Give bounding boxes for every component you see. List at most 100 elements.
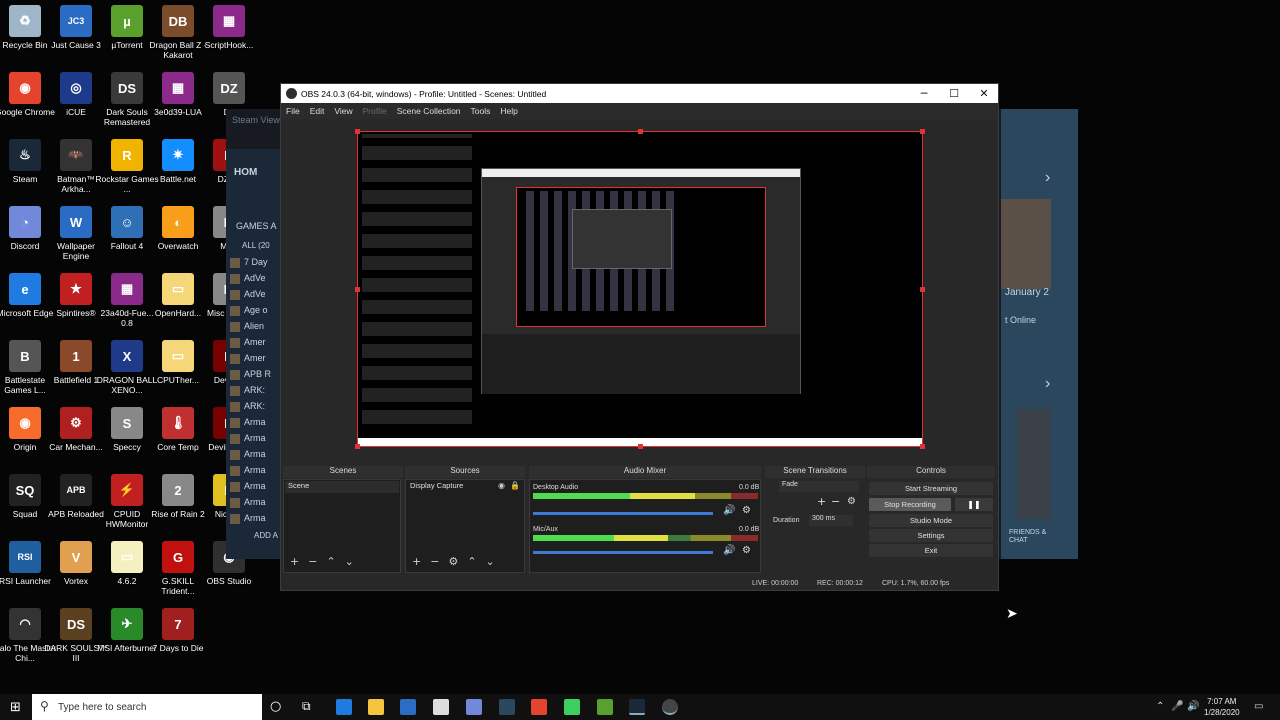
- store-icon[interactable]: [400, 699, 416, 715]
- speaker-icon[interactable]: 🔊: [723, 505, 735, 516]
- desktop-icon[interactable]: JC3 Just Cause 3: [51, 5, 101, 50]
- microphone-icon[interactable]: 🎤: [1171, 701, 1183, 712]
- menu-view[interactable]: View: [334, 106, 352, 116]
- gear-icon[interactable]: ⚙: [448, 555, 458, 568]
- add-icon[interactable]: +: [412, 555, 421, 568]
- desktop-icon[interactable]: ♻ Recycle Bin: [0, 5, 50, 50]
- edge-taskbar-icon[interactable]: [336, 699, 352, 715]
- remove-icon[interactable]: −: [308, 555, 317, 568]
- chevron-up-icon[interactable]: ⌃: [1156, 701, 1164, 712]
- desktop-icon[interactable]: G G.SKILL Trident...: [153, 541, 203, 596]
- duration-input[interactable]: 300 ms: [809, 515, 853, 526]
- transition-select[interactable]: Fade: [779, 481, 859, 492]
- steam-add-game[interactable]: ADD A: [254, 531, 278, 540]
- desktop-icon[interactable]: 2 Rise of Rain 2: [151, 474, 205, 519]
- desktop-icon[interactable]: ⚡ CPUID HWMonitor: [102, 474, 152, 529]
- desktop-icon[interactable]: e Microsoft Edge: [0, 273, 53, 318]
- mail-icon[interactable]: [433, 699, 449, 715]
- desktop-icon[interactable]: ▭ CPUTher...: [153, 340, 203, 385]
- desktop-icon[interactable]: B Battlestate Games L...: [0, 340, 50, 395]
- desktop-icon[interactable]: X DRAGON BALL XENO...: [97, 340, 157, 395]
- desktop-icon[interactable]: ◔ Discord: [0, 206, 50, 251]
- gear-icon[interactable]: ⚙: [742, 545, 751, 556]
- windows-start-icon[interactable]: ⊞: [10, 700, 21, 715]
- obs-taskbar-icon[interactable]: [662, 699, 678, 715]
- chevron-right-icon[interactable]: ›: [1045, 375, 1050, 393]
- steam-game-item[interactable]: Arma: [230, 433, 266, 444]
- steam-game-item[interactable]: APB R: [229, 369, 271, 380]
- desktop-icon[interactable]: DS Dark Souls Remastered: [102, 72, 152, 127]
- maximize-icon[interactable]: ☐: [939, 84, 969, 103]
- obs-preview[interactable]: [357, 131, 923, 447]
- exit-button[interactable]: Exit: [869, 544, 993, 557]
- desktop-icon[interactable]: ⚙ Car Mechan...: [49, 407, 103, 452]
- volume-icon[interactable]: 🔊: [1187, 701, 1199, 712]
- clock[interactable]: 7:07 AM 1/28/2020: [1204, 696, 1240, 718]
- gear-icon[interactable]: ⚙: [742, 505, 751, 516]
- desktop-icon[interactable]: ✷ Battle.net: [153, 139, 203, 184]
- steam-game-item[interactable]: Arma: [230, 497, 266, 508]
- menu-edit[interactable]: Edit: [310, 106, 325, 116]
- settings-button[interactable]: Settings: [869, 529, 993, 542]
- steam-game-item[interactable]: 7 Day: [230, 257, 268, 268]
- desktop-icon[interactable]: ✈ MSI Afterburner: [97, 608, 157, 653]
- steam-game-item[interactable]: Age o: [230, 305, 268, 316]
- app-taskbar-icon[interactable]: [564, 699, 580, 715]
- desktop-icon[interactable]: RSI RSI Launcher: [0, 541, 51, 586]
- desktop-icon[interactable]: ◠Halo The Master Chi...: [0, 608, 56, 663]
- desktop-icon[interactable]: W Wallpaper Engine: [51, 206, 101, 261]
- desktop-icon[interactable]: ◎ iCUE: [51, 72, 101, 117]
- steam-game-item[interactable]: AdVe: [230, 289, 266, 300]
- desktop-icon[interactable]: R Rockstar Games ...: [95, 139, 159, 194]
- source-item[interactable]: Display Capture: [407, 481, 523, 493]
- speaker-icon[interactable]: 🔊: [723, 545, 735, 556]
- move-down-icon[interactable]: ⌄: [486, 555, 495, 568]
- steam-game-item[interactable]: Arma: [230, 417, 266, 428]
- desktop-icon[interactable]: ☺ Fallout 4: [102, 206, 152, 251]
- menu-help[interactable]: Help: [500, 106, 517, 116]
- menu-file[interactable]: File: [286, 106, 300, 116]
- steam-game-item[interactable]: Amer: [230, 353, 266, 364]
- desktop-icon[interactable]: V Vortex: [51, 541, 101, 586]
- minimize-icon[interactable]: ─: [909, 84, 939, 103]
- desktop-icon[interactable]: 1 Battlefield 1: [51, 340, 101, 385]
- steam-game-item[interactable]: AdVe: [230, 273, 266, 284]
- add-icon[interactable]: +: [290, 555, 299, 568]
- menu-tools[interactable]: Tools: [471, 106, 491, 116]
- move-up-icon[interactable]: ⌃: [467, 555, 476, 568]
- desktop-icon[interactable]: ★ Spintires®: [51, 273, 101, 318]
- desktop-icon[interactable]: µ µTorrent: [102, 5, 152, 50]
- file-explorer-icon[interactable]: [368, 699, 384, 715]
- discord-taskbar-icon[interactable]: [466, 699, 482, 715]
- notification-icon[interactable]: ▭: [1254, 701, 1263, 712]
- desktop-icon[interactable]: ◐ Overwatch: [153, 206, 203, 251]
- pause-recording-icon[interactable]: ❚❚: [955, 498, 993, 511]
- desktop-icon[interactable]: ♨ Steam: [0, 139, 50, 184]
- utorrent-taskbar-icon[interactable]: [597, 699, 613, 715]
- desktop-icon[interactable]: S Speccy: [102, 407, 152, 452]
- remove-icon[interactable]: −: [831, 495, 840, 508]
- taskbar-search[interactable]: ⚲ Type here to search: [32, 694, 262, 720]
- steam-game-item[interactable]: Alien: [229, 321, 264, 332]
- steam-game-item[interactable]: ARK:: [229, 401, 265, 412]
- steam-game-item[interactable]: Amer: [230, 337, 266, 348]
- add-icon[interactable]: +: [817, 495, 826, 508]
- steam-menu[interactable]: Steam View: [232, 115, 280, 125]
- menu-scene-collection[interactable]: Scene Collection: [397, 106, 461, 116]
- move-down-icon[interactable]: ⌄: [345, 555, 354, 568]
- desktop-icon[interactable]: DB Dragon Ball Z - Kakarot: [149, 5, 207, 60]
- steam-game-item[interactable]: Arma: [230, 449, 266, 460]
- steam-game-item[interactable]: Arma: [230, 465, 266, 476]
- desktop-icon[interactable]: ▭ OpenHard...: [153, 273, 203, 318]
- studio-mode-button[interactable]: Studio Mode: [869, 514, 993, 527]
- steam-running-icon[interactable]: [629, 699, 645, 715]
- cortana-icon[interactable]: ○: [270, 699, 281, 714]
- task-view-icon[interactable]: ⧉: [302, 699, 311, 714]
- start-streaming-button[interactable]: Start Streaming: [869, 482, 993, 495]
- mic-volume-slider[interactable]: [533, 551, 713, 554]
- desktop-icon[interactable]: ▦ 23a40d-Fue... 0.8: [101, 273, 153, 328]
- steam-home-link[interactable]: HOM: [234, 167, 257, 178]
- obs-window[interactable]: OBS 24.0.3 (64-bit, windows) - Profile: …: [280, 83, 999, 591]
- steam-game-item[interactable]: ARK:: [229, 385, 265, 396]
- gear-icon[interactable]: ⚙: [847, 496, 856, 507]
